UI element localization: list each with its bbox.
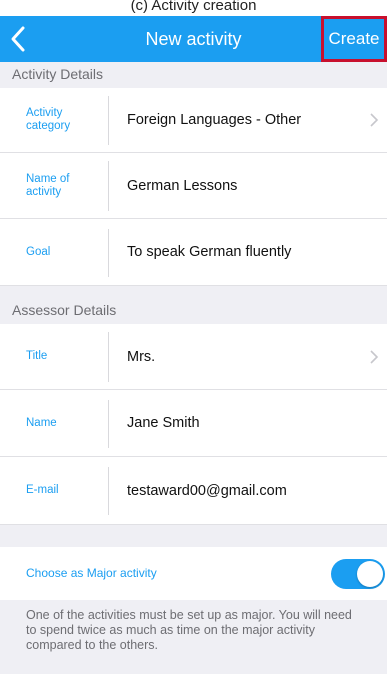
- major-activity-row: Choose as Major activity: [0, 547, 387, 600]
- section-header-activity-details: Activity Details: [0, 62, 387, 88]
- assessor-email-field: testaward00@gmail.com: [127, 482, 287, 499]
- assessor-email-row[interactable]: E-mail testaward00@gmail.com: [0, 457, 387, 525]
- row-divider: [108, 96, 109, 145]
- create-button[interactable]: Create: [321, 16, 387, 62]
- assessor-name-label: Name: [26, 416, 57, 429]
- activity-name-field: German Lessons: [127, 177, 238, 194]
- goal-label: Goal: [26, 245, 51, 258]
- activity-name-row[interactable]: Name of activity German Lessons: [0, 153, 387, 219]
- assessor-title-label: Title: [26, 350, 48, 362]
- assessor-name-field: Jane Smith: [127, 415, 200, 431]
- row-divider: [108, 467, 109, 515]
- section-spacer: [0, 286, 387, 298]
- major-activity-label: Choose as Major activity: [26, 566, 157, 580]
- assessor-title-row[interactable]: Title Mrs.: [0, 324, 387, 390]
- assessor-name-row[interactable]: Name Jane Smith: [0, 390, 387, 457]
- row-divider: [108, 332, 109, 382]
- goal-field: To speak German fluently: [127, 244, 292, 260]
- major-activity-note: One of the activities must be set up as …: [0, 600, 387, 674]
- figure-caption: (c) Activity creation: [0, 0, 387, 16]
- section-spacer: [0, 525, 387, 547]
- toggle-knob: [357, 561, 383, 587]
- navigation-bar: New activity Create: [0, 16, 387, 62]
- activity-category-value: Foreign Languages - Other: [127, 112, 302, 128]
- activity-name-label: Name of activity: [26, 172, 70, 198]
- activity-category-row[interactable]: Activity category Foreign Languages - Ot…: [0, 88, 387, 153]
- assessor-email-label: E-mail: [26, 484, 59, 496]
- activity-category-label: Activity category: [26, 107, 71, 132]
- row-divider: [108, 229, 109, 277]
- row-divider: [108, 400, 109, 448]
- row-divider: [108, 161, 109, 211]
- major-activity-toggle[interactable]: [331, 559, 385, 589]
- chevron-right-icon: [370, 113, 379, 127]
- section-header-assessor-details: Assessor Details: [0, 298, 387, 324]
- goal-row[interactable]: Goal To speak German fluently: [0, 219, 387, 286]
- assessor-title-value: Mrs.: [127, 348, 156, 365]
- chevron-right-icon: [370, 349, 379, 364]
